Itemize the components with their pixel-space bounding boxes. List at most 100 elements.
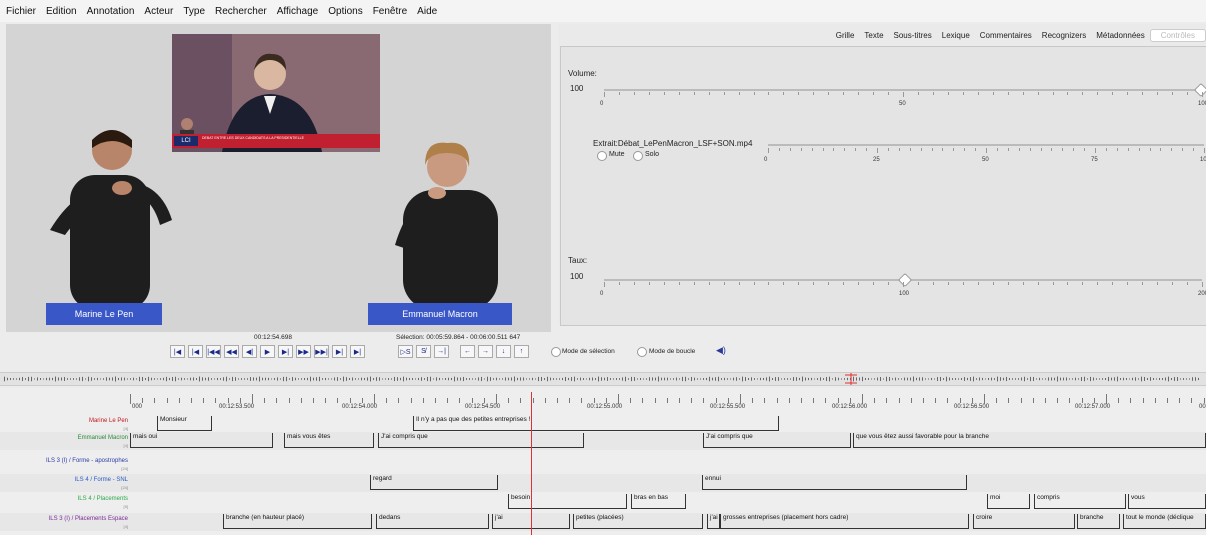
annotation[interactable]: bras en bas bbox=[631, 494, 686, 508]
annotation[interactable]: petites (placées) bbox=[573, 514, 703, 528]
mode-boucle-radio[interactable] bbox=[637, 347, 647, 357]
slider-tick bbox=[1022, 92, 1024, 95]
transport-button-3[interactable]: ◀◀ bbox=[224, 345, 239, 358]
transport-button-0[interactable]: |◀ bbox=[170, 345, 185, 358]
selection-button-5[interactable]: ↓ bbox=[496, 345, 511, 358]
annotation[interactable]: dedans bbox=[376, 514, 489, 528]
waveform-bar bbox=[985, 378, 986, 380]
menu-affichage[interactable]: Affichage bbox=[272, 6, 324, 17]
slider-tick bbox=[783, 282, 785, 285]
selection-button-6[interactable]: ↑ bbox=[514, 345, 529, 358]
annotation[interactable]: J'ai compris que bbox=[703, 433, 851, 447]
volume-slider[interactable] bbox=[604, 89, 1202, 91]
waveform-bar bbox=[1180, 378, 1181, 380]
annotation[interactable]: croire bbox=[973, 514, 1075, 528]
annotation[interactable]: besoin bbox=[508, 494, 627, 508]
slider-tick-label: 50 bbox=[899, 101, 906, 107]
annotation[interactable]: grosses entreprises (placement hors cadr… bbox=[720, 514, 969, 528]
annotation[interactable]: que vous êtez aussi favorable pour la br… bbox=[853, 433, 1206, 447]
annotation[interactable]: moi bbox=[987, 494, 1030, 508]
extrait-slider[interactable] bbox=[768, 144, 1204, 146]
transport-button-2[interactable]: |◀◀ bbox=[206, 345, 221, 358]
menu-fichier[interactable]: Fichier bbox=[0, 6, 41, 17]
waveform-bar bbox=[223, 377, 224, 381]
tier-row[interactable] bbox=[0, 455, 1206, 473]
menu-options[interactable]: Options bbox=[323, 6, 367, 17]
waveform-bar bbox=[511, 377, 512, 381]
transport-button-4[interactable]: ◀| bbox=[242, 345, 257, 358]
annotation[interactable]: regard bbox=[370, 475, 498, 489]
tv-caption: DEBAT ENTRE LES DEUX CANDIDATS A LA PRES… bbox=[202, 136, 304, 140]
annotation[interactable]: branche (en hauteur placé) bbox=[223, 514, 372, 528]
ruler-tick bbox=[1203, 398, 1205, 403]
tab-métadonnées[interactable]: Métadonnées bbox=[1091, 31, 1149, 40]
tier-label[interactable]: ILS 4 / Placements [9] bbox=[0, 495, 128, 511]
transport-button-10[interactable]: ▶| bbox=[350, 345, 365, 358]
mute-label: Mute bbox=[609, 151, 625, 158]
waveform-bar bbox=[760, 377, 761, 381]
waveform-bar bbox=[769, 376, 770, 382]
mode-selection-radio[interactable] bbox=[551, 347, 561, 357]
ruler-tick bbox=[1154, 398, 1156, 403]
menu-annotation[interactable]: Annotation bbox=[82, 6, 140, 17]
waveform-bar bbox=[586, 378, 587, 380]
menu-aide[interactable]: Aide bbox=[412, 6, 442, 17]
tab-lexique[interactable]: Lexique bbox=[937, 31, 975, 40]
mute-radio[interactable] bbox=[597, 151, 607, 161]
transport-button-7[interactable]: ▶▶ bbox=[296, 345, 311, 358]
annotation[interactable]: J'ai compris que bbox=[378, 433, 584, 447]
slider-tick bbox=[873, 92, 875, 95]
annotation[interactable]: Monsieur bbox=[157, 416, 212, 430]
menu-edition[interactable]: Edition bbox=[41, 6, 82, 17]
selection-button-0[interactable]: ▷S bbox=[398, 345, 413, 358]
selection-button-2[interactable]: →| bbox=[434, 345, 449, 358]
crosshair-cursor[interactable] bbox=[531, 392, 532, 535]
annotation[interactable]: mais oui bbox=[130, 433, 273, 447]
waveform-bar bbox=[1189, 378, 1190, 380]
tier-label[interactable]: ILS 4 / Forme - SNL [24] bbox=[0, 476, 128, 492]
tab-grille[interactable]: Grille bbox=[831, 31, 860, 40]
time-ruler[interactable]: 000 00:12:53.500 00:12:54.000 00:12:54.500 0… bbox=[0, 390, 1206, 414]
annotation[interactable]: tout le monde (déclique bbox=[1123, 514, 1206, 528]
annotation[interactable]: Il n'y a pas que des petites entreprises… bbox=[413, 416, 779, 430]
annotation[interactable]: compris bbox=[1034, 494, 1126, 508]
tier-label[interactable]: ILS 3 (I) / Placements Espace [4] bbox=[0, 515, 128, 531]
speaker-icon[interactable]: ◀) bbox=[716, 345, 726, 356]
annotation[interactable]: j'ai bbox=[707, 514, 720, 528]
waveform-overview[interactable] bbox=[0, 372, 1206, 386]
selection-button-3[interactable]: ← bbox=[460, 345, 475, 358]
annotation[interactable]: mais vous êtes bbox=[284, 433, 374, 447]
tab-recognizers[interactable]: Recognizers bbox=[1037, 31, 1091, 40]
menu-acteur[interactable]: Acteur bbox=[139, 6, 178, 17]
waveform-bar bbox=[757, 378, 758, 380]
selection-button-4[interactable]: → bbox=[478, 345, 493, 358]
menu-rechercher[interactable]: Rechercher bbox=[210, 6, 272, 17]
tier-label[interactable]: Marine Le Pen [4] bbox=[0, 417, 128, 433]
tab-commentaires[interactable]: Commentaires bbox=[975, 31, 1037, 40]
menu-type[interactable]: Type bbox=[178, 6, 210, 17]
tab-texte[interactable]: Texte bbox=[859, 31, 888, 40]
tier-row[interactable] bbox=[0, 474, 1206, 492]
slider-tick bbox=[917, 282, 919, 285]
waveform-bar bbox=[1081, 377, 1082, 381]
annotation[interactable]: branche bbox=[1077, 514, 1120, 528]
transport-button-6[interactable]: ▶| bbox=[278, 345, 293, 358]
menu-fenêtre[interactable]: Fenêtre bbox=[368, 6, 412, 17]
solo-radio[interactable] bbox=[633, 151, 643, 161]
tier-label[interactable]: Emmanuel Macron [4] bbox=[0, 434, 128, 450]
annotation[interactable]: vous bbox=[1128, 494, 1206, 508]
slider-tick-label: 50 bbox=[982, 157, 989, 163]
tier-count: [24] bbox=[121, 485, 128, 490]
waveform-bar bbox=[196, 378, 197, 380]
waveform-bar bbox=[76, 378, 77, 380]
transport-button-1[interactable]: |◀ bbox=[188, 345, 203, 358]
tab-contrôles[interactable]: Contrôles bbox=[1149, 28, 1206, 42]
transport-button-8[interactable]: ▶▶| bbox=[314, 345, 329, 358]
annotation[interactable]: ennui bbox=[702, 475, 967, 489]
transport-button-5[interactable]: ▶ bbox=[260, 345, 275, 358]
transport-button-9[interactable]: ▶| bbox=[332, 345, 347, 358]
tab-sous-titres[interactable]: Sous-titres bbox=[889, 31, 937, 40]
selection-button-1[interactable]: S̸ bbox=[416, 345, 431, 358]
tier-label[interactable]: ILS 3 (I) / Forme - apostrophes [24] bbox=[0, 457, 128, 473]
waveform-bar bbox=[691, 376, 692, 382]
